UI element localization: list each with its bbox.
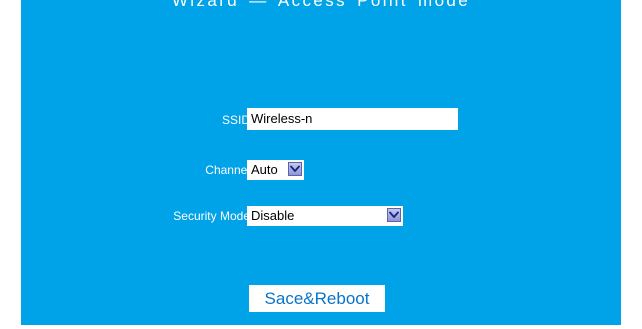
chevron-down-icon-glyph	[290, 165, 300, 172]
ssid-input[interactable]	[247, 108, 458, 130]
channel-select[interactable]: Auto	[247, 160, 304, 180]
security-mode-select[interactable]: Disable	[247, 206, 403, 226]
chevron-down-icon-glyph	[389, 211, 399, 218]
page-title: Wizard — Access Point mode	[171, 0, 471, 10]
wizard-panel: Wizard — Access Point mode SSID Channel …	[21, 0, 621, 325]
channel-label: Channel	[205, 163, 250, 177]
chevron-down-icon[interactable]	[387, 208, 401, 222]
security-mode-label: Security Mode	[173, 209, 250, 223]
ssid-label: SSID	[221, 113, 250, 127]
security-mode-selected-value: Disable	[251, 208, 295, 223]
save-reboot-button[interactable]: Sace&Reboot	[249, 285, 385, 312]
chevron-down-icon[interactable]	[288, 162, 302, 176]
channel-selected-value: Auto	[251, 162, 278, 177]
